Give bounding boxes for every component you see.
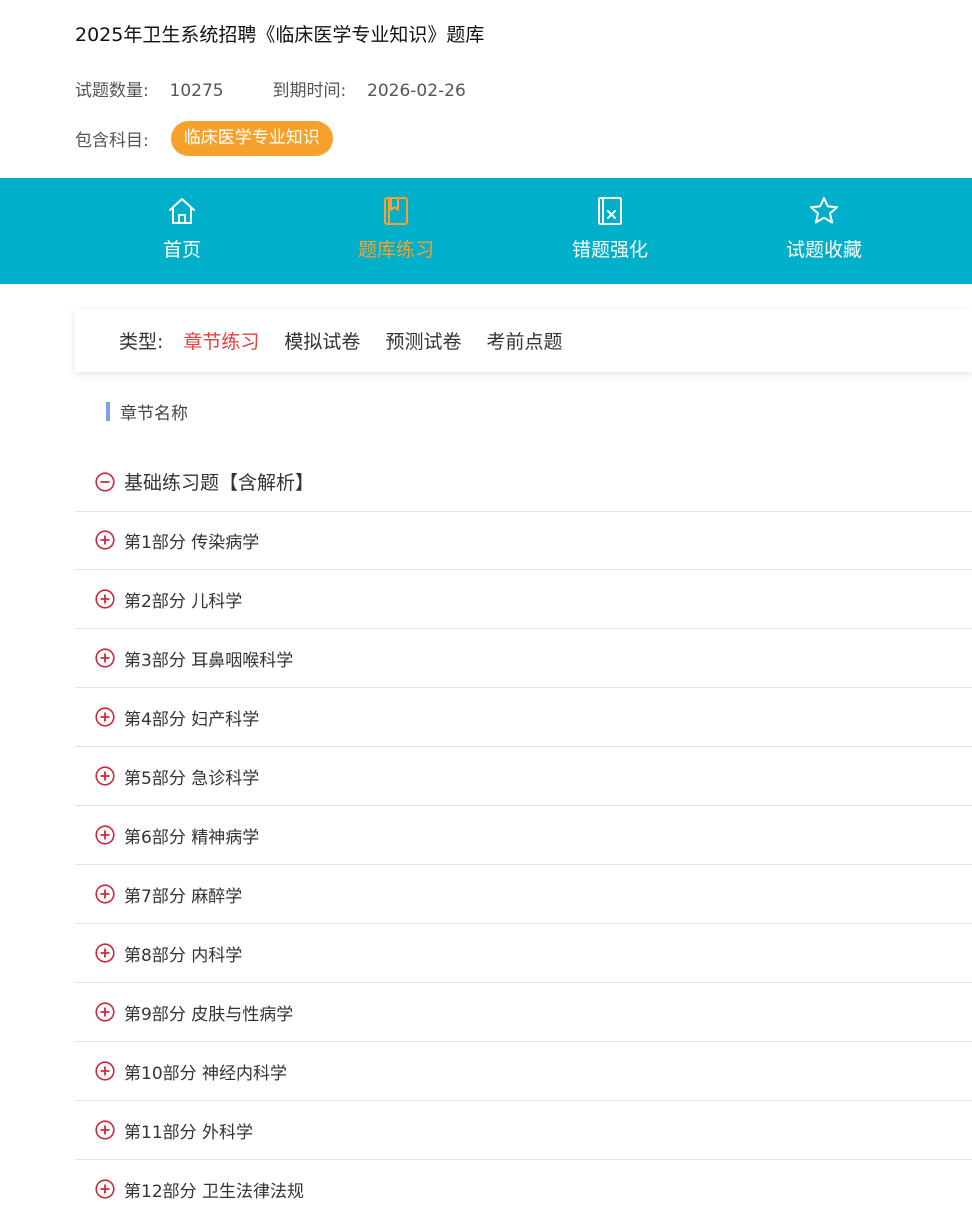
expand-circle-icon[interactable]: [95, 589, 115, 609]
subjects-label: 包含科目:: [75, 131, 149, 151]
bank-header: 2025年卫生系统招聘《临床医学专业知识》题库 试题数量: 10275 到期时间…: [0, 0, 972, 178]
section-marker: [106, 401, 110, 421]
nav-home-label: 首页: [162, 239, 201, 261]
chapter-label: 第10部分 神经内科学: [124, 1063, 288, 1084]
section-heading-text: 章节名称: [120, 403, 188, 424]
nav-practice[interactable]: 题库练习: [316, 178, 476, 284]
expand-circle-icon[interactable]: [95, 825, 115, 845]
expand-circle-icon[interactable]: [95, 1061, 115, 1081]
type-label: 类型:: [119, 331, 164, 353]
nav-practice-label: 题库练习: [357, 239, 434, 261]
chapter-item[interactable]: 第2部分 儿科学: [75, 570, 972, 629]
collapse-circle-icon[interactable]: [95, 471, 115, 492]
chapter-item[interactable]: 第12部分 卫生法律法规: [75, 1160, 972, 1218]
tab-mock-exam[interactable]: 模拟试卷: [284, 327, 360, 354]
chapter-list: 第1部分 传染病学 第2部分 儿科学 第3部分 耳鼻咽喉科学 第4部分 妇产科学…: [75, 511, 972, 1218]
book-icon: [384, 197, 408, 225]
chapter-item[interactable]: 第6部分 精神病学: [75, 806, 972, 865]
chapter-label: 第3部分 耳鼻咽喉科学: [124, 650, 294, 671]
chapter-item[interactable]: 第3部分 耳鼻咽喉科学: [75, 629, 972, 688]
nav-favorites[interactable]: 试题收藏: [744, 178, 904, 284]
chapter-label: 第8部分 内科学: [124, 945, 243, 966]
expand-circle-icon[interactable]: [95, 884, 115, 904]
chapter-item[interactable]: 第11部分 外科学: [75, 1101, 972, 1160]
nav-wrong-label: 错题强化: [571, 239, 648, 261]
tab-pre-exam-tips[interactable]: 考前点题: [486, 327, 562, 354]
chapter-item[interactable]: 第1部分 传染病学: [75, 511, 972, 570]
type-filter-bar: 类型: 章节练习 模拟试卷 预测试卷 考前点题: [75, 309, 972, 372]
chapter-item[interactable]: 第10部分 神经内科学: [75, 1042, 972, 1101]
chapter-label: 第6部分 精神病学: [124, 827, 260, 848]
tab-predicted-exam[interactable]: 预测试卷: [385, 327, 461, 354]
subject-badge[interactable]: 临床医学专业知识: [170, 121, 333, 156]
chapter-item[interactable]: 第7部分 麻醉学: [75, 865, 972, 924]
chapter-item[interactable]: 第8部分 内科学: [75, 924, 972, 983]
expand-circle-icon[interactable]: [95, 943, 115, 963]
expand-circle-icon[interactable]: [95, 1179, 115, 1199]
bank-meta: 试题数量: 10275 到期时间: 2026-02-26: [75, 76, 466, 101]
chapter-label: 第1部分 传染病学: [124, 532, 260, 553]
expiry-label: 到期时间:: [272, 81, 347, 101]
nav-home[interactable]: 首页: [102, 178, 262, 284]
star-icon: [810, 197, 838, 224]
nav-favorites-label: 试题收藏: [785, 239, 862, 261]
tree-root-label: 基础练习题【含解析】: [124, 472, 315, 494]
expand-circle-icon[interactable]: [95, 648, 115, 668]
chapter-label: 第4部分 妇产科学: [124, 709, 260, 730]
section-heading: 章节名称: [106, 400, 188, 424]
expand-circle-icon[interactable]: [95, 1002, 115, 1022]
wrong-questions-icon: [598, 197, 622, 225]
chapter-label: 第11部分 外科学: [124, 1122, 254, 1143]
chapter-label: 第2部分 儿科学: [124, 591, 243, 612]
expand-circle-icon[interactable]: [95, 1120, 115, 1140]
expiry-date: 2026-02-26: [367, 81, 466, 101]
chapter-item[interactable]: 第4部分 妇产科学: [75, 688, 972, 747]
expand-circle-icon[interactable]: [95, 766, 115, 786]
expand-circle-icon[interactable]: [95, 707, 115, 727]
main-navbar: 首页 题库练习 错题强化 试题收藏: [0, 178, 972, 284]
chapter-label: 第9部分 皮肤与性病学: [124, 1004, 294, 1025]
chapter-item[interactable]: 第5部分 急诊科学: [75, 747, 972, 806]
nav-wrong[interactable]: 错题强化: [530, 178, 690, 284]
chapter-label: 第5部分 急诊科学: [124, 768, 260, 789]
home-icon: [169, 198, 195, 224]
question-count-label: 试题数量:: [75, 81, 149, 101]
tab-chapter-practice[interactable]: 章节练习: [183, 327, 259, 354]
tree-root-item[interactable]: 基础练习题【含解析】: [75, 452, 972, 512]
chapter-label: 第7部分 麻醉学: [124, 886, 243, 907]
subjects-row: 包含科目: 临床医学专业知识: [75, 121, 333, 156]
page-title: 2025年卫生系统招聘《临床医学专业知识》题库: [75, 24, 485, 46]
chapter-item[interactable]: 第9部分 皮肤与性病学: [75, 983, 972, 1042]
question-count-value: 10275: [169, 81, 224, 101]
chapter-label: 第12部分 卫生法律法规: [124, 1181, 305, 1202]
expand-circle-icon[interactable]: [95, 530, 115, 550]
